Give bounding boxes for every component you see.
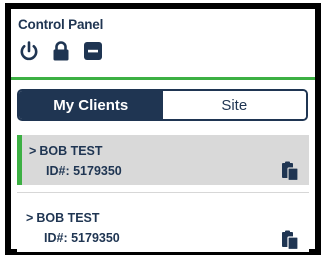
client-name: BOB TEST: [39, 144, 103, 158]
client-id: ID#: 5179350: [46, 164, 122, 178]
client-name-row: > BOB TEST: [29, 144, 103, 158]
client-id: ID#: 5179350: [44, 231, 120, 245]
chevron-right-icon: >: [26, 211, 34, 225]
clipboard-icon[interactable]: [281, 161, 299, 182]
power-icon[interactable]: [18, 40, 40, 62]
client-name: BOB TEST: [36, 211, 100, 225]
clipboard-icon[interactable]: [281, 230, 299, 251]
panel-title: Control Panel: [18, 17, 104, 32]
client-list-item[interactable]: > BOB TEST ID#: 5179350: [17, 135, 309, 185]
lock-icon[interactable]: [50, 40, 72, 62]
control-panel: Control Panel My Clients Site > BOB TEST…: [5, 3, 321, 255]
tab-my-clients[interactable]: My Clients: [19, 91, 163, 119]
header-divider: [11, 77, 315, 80]
minus-square-icon[interactable]: [83, 41, 103, 61]
chevron-right-icon: >: [29, 144, 37, 158]
view-tabs: My Clients Site: [17, 89, 308, 121]
list-divider: [17, 192, 309, 193]
client-name-row: > BOB TEST: [26, 211, 100, 225]
client-list-item[interactable]: > BOB TEST ID#: 5179350: [17, 202, 309, 252]
panel-toolbar: [18, 40, 103, 62]
tab-site[interactable]: Site: [162, 91, 306, 119]
